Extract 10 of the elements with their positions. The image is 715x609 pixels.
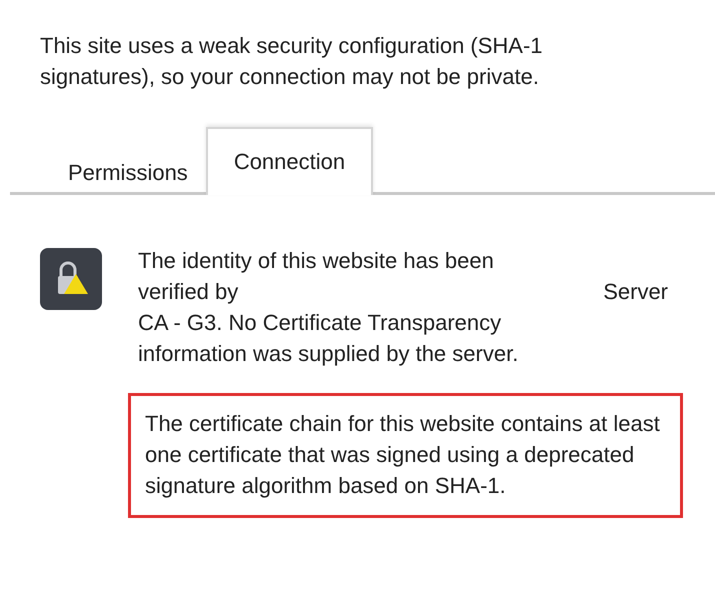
sha1-notice: The certificate chain for this website contains at least one certificate that was signed using a deprecated signature algorithm based on SHA-1. bbox=[128, 393, 683, 518]
identity-text: Server bbox=[603, 278, 668, 306]
lock-warning-icon bbox=[40, 248, 102, 310]
warning-text: This site uses a weak security configuration (SHA-1 signatures), so your connection may not be private. bbox=[40, 32, 544, 91]
tab[interactable]: Connection bbox=[206, 127, 374, 195]
identity-text: information was supplied by the server. bbox=[138, 340, 518, 368]
identity-text: verified by bbox=[138, 278, 238, 306]
identity-text: The identity of this website has been bbox=[138, 247, 494, 275]
tab[interactable]: Permissions bbox=[50, 151, 206, 195]
identity-text: CA - G3. No Certificate Transparency bbox=[138, 309, 502, 337]
